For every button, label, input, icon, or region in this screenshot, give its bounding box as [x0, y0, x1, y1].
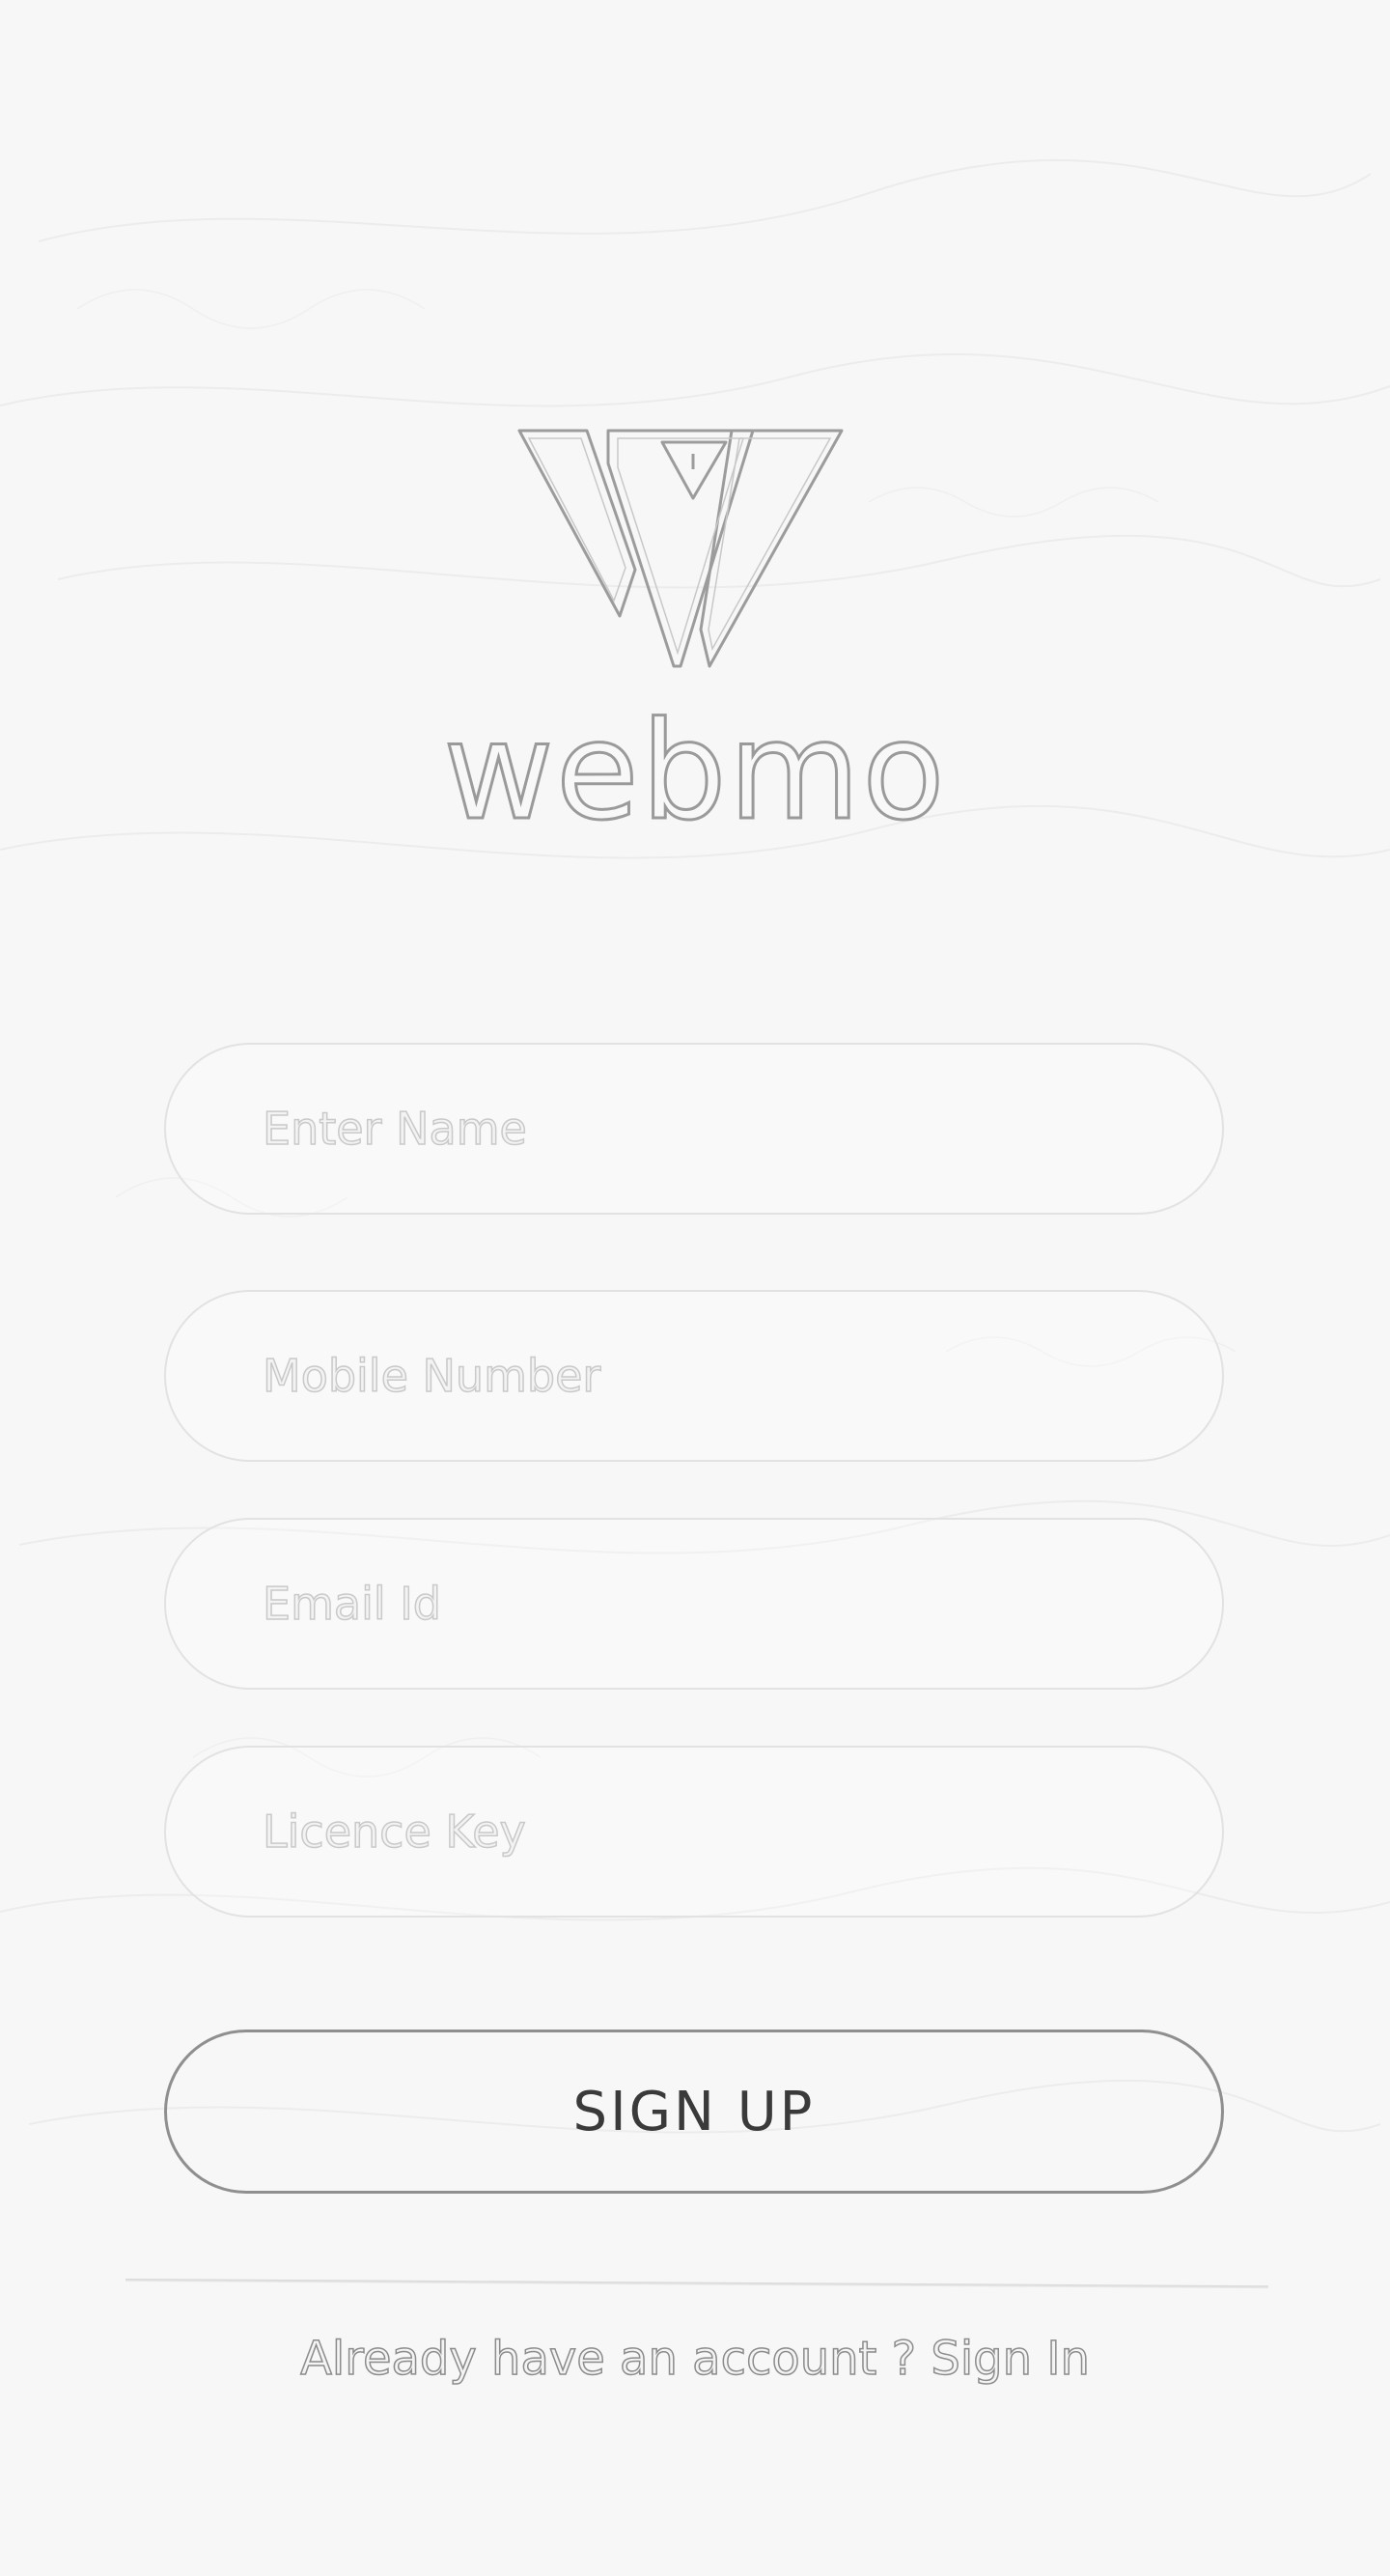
email-field[interactable]	[164, 1518, 1224, 1690]
sign-in-prompt: Already have an account ? Sign In	[0, 2331, 1390, 2387]
name-field[interactable]	[164, 1043, 1224, 1215]
email-input[interactable]	[166, 1520, 1222, 1688]
mobile-input[interactable]	[166, 1292, 1222, 1460]
webmo-w-logo-icon	[517, 429, 844, 668]
sign-up-button[interactable]: SIGN UP	[164, 2030, 1224, 2194]
licence-input[interactable]	[166, 1748, 1222, 1916]
sign-in-link[interactable]: Sign In	[931, 2331, 1091, 2387]
licence-field[interactable]	[164, 1746, 1224, 1918]
mobile-field[interactable]	[164, 1290, 1224, 1462]
brand-name: webmo	[442, 693, 947, 851]
sign-in-prompt-text: Already have an account ?	[299, 2331, 931, 2387]
name-input[interactable]	[166, 1045, 1222, 1213]
